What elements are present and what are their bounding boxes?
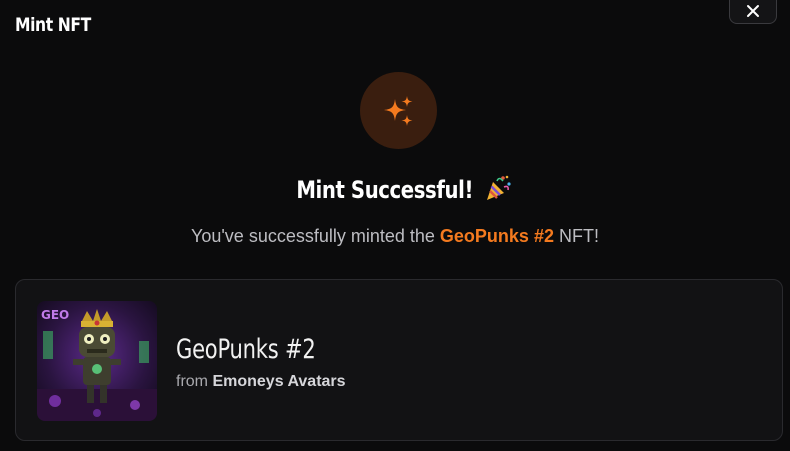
message-suffix: NFT! — [558, 226, 599, 246]
nft-card: GEO GeoPunks #2 from Emoneys Avatars — [15, 279, 783, 441]
nft-artwork-image: GEO — [37, 301, 157, 421]
nft-collection: from Emoneys Avatars — [176, 372, 346, 392]
sparkles-icon — [383, 95, 412, 126]
from-label: from — [176, 373, 208, 390]
nft-name: GeoPunks #2 — [176, 334, 316, 365]
success-heading: Mint Successful! — [296, 176, 474, 204]
close-icon — [747, 5, 759, 17]
svg-text:GEO: GEO — [41, 308, 69, 322]
party-popper-icon — [483, 173, 513, 208]
success-heading-row: Mint Successful! — [0, 172, 790, 208]
collection-name[interactable]: Emoneys Avatars — [212, 373, 345, 390]
close-button[interactable] — [729, 0, 777, 24]
modal-title: Mint NFT — [15, 14, 91, 36]
mint-nft-modal: Mint NFT Mint Successful! You've success… — [0, 0, 790, 451]
success-badge — [360, 72, 437, 149]
success-message: You've successfully minted the GeoPunks … — [0, 224, 790, 248]
minted-nft-name: GeoPunks #2 — [439, 226, 554, 246]
message-prefix: You've successfully minted the — [191, 226, 435, 246]
